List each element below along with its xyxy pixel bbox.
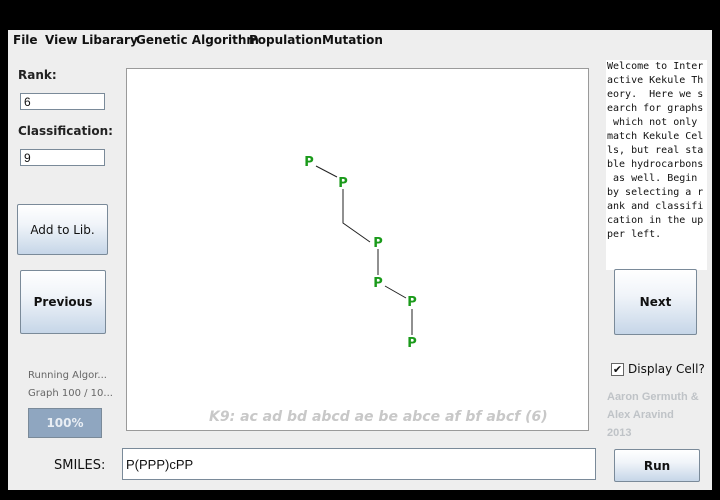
graph-caption: K9: ac ad bd abcd ae be abce af bf abcf …: [209, 409, 548, 425]
graph-edge: [315, 165, 338, 178]
graph-edge: [384, 285, 407, 299]
next-button[interactable]: Next: [614, 269, 697, 335]
graph-node: P: [373, 276, 383, 291]
status-running: Running Algor...: [28, 370, 107, 381]
smiles-input[interactable]: [122, 448, 596, 480]
status-graph-count: Graph 100 / 10...: [28, 388, 113, 399]
classification-label: Classification:: [18, 124, 113, 138]
credits: Aaron Germuth & Alex Aravind 2013: [607, 388, 707, 442]
menu-file[interactable]: File: [13, 33, 38, 47]
credits-year: 2013: [607, 427, 632, 439]
graph-node: P: [304, 155, 314, 170]
graph-node: P: [373, 236, 383, 251]
menu-genetic-algorithm[interactable]: Genetic Algorithm: [136, 33, 259, 47]
classification-input[interactable]: [20, 149, 105, 166]
rank-label: Rank:: [18, 68, 57, 82]
graph-edge: [342, 189, 371, 243]
progress-bar: 100%: [28, 408, 102, 438]
menu-population[interactable]: Population: [249, 33, 322, 47]
welcome-text: Welcome to Inter active Kekule Th eory. …: [606, 60, 707, 270]
menu-bar: File View Libarary Genetic Algorithm Pop…: [8, 30, 712, 52]
menu-view-library[interactable]: View Libarary: [45, 33, 138, 47]
display-cell-label: Display Cell?: [628, 362, 705, 376]
graph-node: P: [338, 176, 348, 191]
rank-input[interactable]: [20, 93, 105, 110]
menu-mutation[interactable]: Mutation: [322, 33, 383, 47]
graph-svg: P P P P P P K9: ac ad bd abcd ae be abce af b…: [209, 155, 548, 425]
add-to-library-button[interactable]: Add to Lib.: [17, 204, 108, 255]
graph-node: P: [407, 295, 417, 310]
display-cell-checkbox[interactable]: ✔: [611, 363, 624, 376]
run-button[interactable]: Run: [614, 449, 700, 482]
progress-text: 100%: [46, 416, 84, 430]
previous-button[interactable]: Previous: [20, 270, 106, 334]
smiles-label: SMILES:: [54, 458, 106, 473]
credits-author-1: Aaron Germuth &: [607, 391, 699, 403]
graph-node: P: [407, 336, 417, 351]
graph-canvas[interactable]: P P P P P P K9: ac ad bd abcd ae be abce af b…: [126, 68, 589, 431]
app-window: File View Libarary Genetic Algorithm Pop…: [8, 30, 712, 490]
credits-author-2: Alex Aravind: [607, 409, 674, 421]
